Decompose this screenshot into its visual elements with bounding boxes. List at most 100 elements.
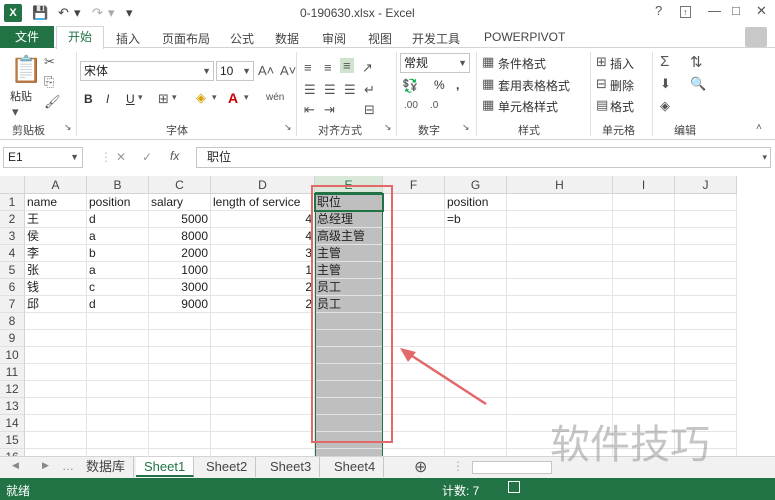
increase-decimal-icon[interactable]: .00 <box>404 100 418 111</box>
redo-dropdown-icon[interactable]: ▾ <box>108 5 115 21</box>
cell-b3[interactable]: a <box>87 228 149 245</box>
cell-h12[interactable] <box>507 381 613 398</box>
row-header-12[interactable]: 12 <box>0 381 25 398</box>
percent-button[interactable]: % <box>434 78 445 92</box>
cell-d7[interactable]: 2 <box>211 296 315 313</box>
cell-b11[interactable] <box>87 364 149 381</box>
cell-c9[interactable] <box>149 330 211 347</box>
cell-j7[interactable] <box>675 296 737 313</box>
format-painter-icon[interactable]: 🖌 <box>44 94 61 110</box>
cell-b6[interactable]: c <box>87 279 149 296</box>
tab-formulas[interactable]: 公式 <box>230 30 254 47</box>
row-header-6[interactable]: 6 <box>0 279 25 296</box>
cell-c6[interactable]: 3000 <box>149 279 211 296</box>
close-button[interactable]: ✕ <box>756 3 767 19</box>
sheet-tab-4[interactable]: Sheet4 <box>326 457 385 477</box>
cell-j6[interactable] <box>675 279 737 296</box>
select-all-corner[interactable] <box>0 176 25 194</box>
column-header-j[interactable]: J <box>675 176 737 194</box>
cell-e14[interactable] <box>315 415 383 432</box>
cell-c14[interactable] <box>149 415 211 432</box>
cell-j10[interactable] <box>675 347 737 364</box>
alignment-launcher-icon[interactable]: ↘ <box>384 122 392 133</box>
font-name-dropdown[interactable]: 宋体 ▼ <box>80 61 214 81</box>
wrap-text-icon[interactable]: ↵ <box>364 82 375 98</box>
delete-cells-icon[interactable]: ⊟ <box>596 76 607 92</box>
font-color-dropdown-icon[interactable]: ▾ <box>244 92 249 103</box>
cell-j8[interactable] <box>675 313 737 330</box>
cell-b4[interactable]: b <box>87 245 149 262</box>
delete-cells-button[interactable]: 删除 <box>610 77 634 94</box>
cell-a3[interactable]: 侯 <box>25 228 87 245</box>
cell-e6[interactable]: 员工 <box>315 279 383 296</box>
cell-i11[interactable] <box>613 364 675 381</box>
cell-e12[interactable] <box>315 381 383 398</box>
fill-icon[interactable]: ⬇ <box>660 76 671 92</box>
cell-h13[interactable] <box>507 398 613 415</box>
cell-h5[interactable] <box>507 262 613 279</box>
cancel-edit-icon[interactable]: ✕ <box>116 150 126 164</box>
cell-a15[interactable] <box>25 432 87 449</box>
new-sheet-icon[interactable]: ⊕ <box>414 457 427 477</box>
cell-f16[interactable] <box>383 449 445 456</box>
cell-j4[interactable] <box>675 245 737 262</box>
align-center-icon[interactable]: ☰ <box>324 82 336 98</box>
copy-icon[interactable]: ⎘ <box>44 74 54 90</box>
cell-b7[interactable]: d <box>87 296 149 313</box>
cell-d13[interactable] <box>211 398 315 415</box>
sheet-tab-3[interactable]: Sheet3 <box>262 457 321 477</box>
normal-view-icon[interactable] <box>508 481 520 493</box>
cell-a12[interactable] <box>25 381 87 398</box>
cell-b5[interactable]: a <box>87 262 149 279</box>
cell-i4[interactable] <box>613 245 675 262</box>
account-avatar[interactable] <box>745 27 767 47</box>
merge-center-icon[interactable]: ⊟ <box>364 102 375 118</box>
cell-f7[interactable] <box>383 296 445 313</box>
cell-styles-button[interactable]: 单元格样式 <box>498 98 558 115</box>
cell-f3[interactable] <box>383 228 445 245</box>
cell-h1[interactable] <box>507 194 613 211</box>
row-header-3[interactable]: 3 <box>0 228 25 245</box>
cell-a4[interactable]: 李 <box>25 245 87 262</box>
format-cells-button[interactable]: 格式 <box>610 98 634 115</box>
cell-a14[interactable] <box>25 415 87 432</box>
conditional-format-button[interactable]: 条件格式 <box>498 55 546 72</box>
cell-a10[interactable] <box>25 347 87 364</box>
cell-a7[interactable]: 邱 <box>25 296 87 313</box>
expand-formula-icon[interactable]: ▾ <box>762 148 767 167</box>
fill-color-icon[interactable]: ◈ <box>196 90 206 106</box>
cell-i12[interactable] <box>613 381 675 398</box>
cell-f4[interactable] <box>383 245 445 262</box>
sheet-tab-1[interactable]: Sheet1 <box>136 457 195 477</box>
cell-g15[interactable] <box>445 432 507 449</box>
restore-button[interactable]: □ <box>732 3 740 18</box>
cell-a9[interactable] <box>25 330 87 347</box>
paste-icon[interactable]: 📋 <box>10 54 42 85</box>
minimize-button[interactable]: — <box>708 3 721 18</box>
cell-i9[interactable] <box>613 330 675 347</box>
cell-e15[interactable] <box>315 432 383 449</box>
column-header-a[interactable]: A <box>25 176 87 194</box>
horizontal-scrollbar[interactable] <box>472 461 552 474</box>
cell-f8[interactable] <box>383 313 445 330</box>
cell-f12[interactable] <box>383 381 445 398</box>
column-header-d[interactable]: D <box>211 176 315 194</box>
cell-f6[interactable] <box>383 279 445 296</box>
phonetic-icon[interactable]: wén <box>266 92 284 103</box>
sheet-tab-0[interactable]: 数据库 <box>78 457 135 477</box>
insert-cells-button[interactable]: 插入 <box>610 55 634 72</box>
cell-f11[interactable] <box>383 364 445 381</box>
cell-e5[interactable]: 主管 <box>315 262 383 279</box>
cell-e16[interactable] <box>315 449 383 456</box>
cell-c3[interactable]: 8000 <box>149 228 211 245</box>
cell-f10[interactable] <box>383 347 445 364</box>
cell-d12[interactable] <box>211 381 315 398</box>
decrease-font-icon[interactable]: A˅ <box>280 63 296 78</box>
cell-g11[interactable] <box>445 364 507 381</box>
align-middle-icon[interactable]: ≡ <box>324 60 332 75</box>
cell-c7[interactable]: 9000 <box>149 296 211 313</box>
tab-data[interactable]: 数据 <box>275 30 299 47</box>
cell-h16[interactable] <box>507 449 613 456</box>
row-header-2[interactable]: 2 <box>0 211 25 228</box>
cell-c11[interactable] <box>149 364 211 381</box>
